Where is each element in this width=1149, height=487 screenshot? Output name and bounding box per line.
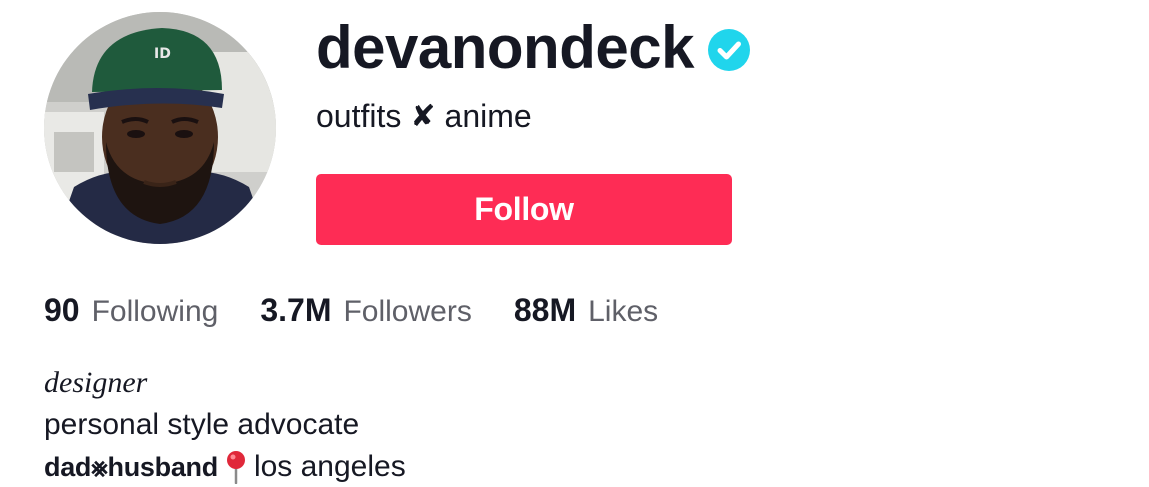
profile-stats: 90 Following 3.7M Followers 88M Likes (44, 292, 700, 329)
bio: designer personal style advocate dad⨳hus… (44, 362, 406, 487)
bio-location: los angeles (253, 450, 406, 483)
avatar-photo: ID (44, 12, 276, 244)
followers-count: 3.7M (260, 292, 332, 328)
stat-followers[interactable]: 3.7M Followers (260, 292, 472, 329)
cross-mark-icon: ✘ (410, 100, 436, 133)
likes-label: Likes (588, 295, 659, 328)
followers-label: Followers (343, 295, 472, 328)
nickname: outfits ✘ anime (316, 98, 532, 135)
username: devanondeck (316, 14, 694, 81)
bio-line-3: dad⨳husband los angeles (44, 446, 406, 487)
bio-line-1: designer (44, 362, 406, 404)
bio-tagline: personal style advocate (44, 408, 360, 441)
following-label: Following (91, 295, 219, 328)
profile-header: ID devanondeck outfits ✘ anime Follow 90… (0, 0, 1149, 487)
bio-line-2: personal style advocate (44, 404, 406, 446)
stat-likes: 88M Likes (514, 292, 658, 329)
stat-following[interactable]: 90 Following (44, 292, 218, 329)
pushpin-icon (224, 450, 248, 485)
nickname-part1: outfits (316, 98, 402, 134)
bio-title: designer (44, 366, 148, 399)
follow-button[interactable]: Follow (316, 174, 732, 245)
username-row: devanondeck (316, 10, 750, 86)
bio-roles: dad⨳husband (44, 452, 218, 482)
verified-badge-icon (707, 29, 750, 71)
likes-count: 88M (513, 292, 577, 328)
svg-text:ID: ID (154, 46, 171, 62)
nickname-part2: anime (444, 98, 532, 134)
avatar[interactable]: ID (44, 12, 276, 244)
following-count: 90 (44, 292, 80, 328)
